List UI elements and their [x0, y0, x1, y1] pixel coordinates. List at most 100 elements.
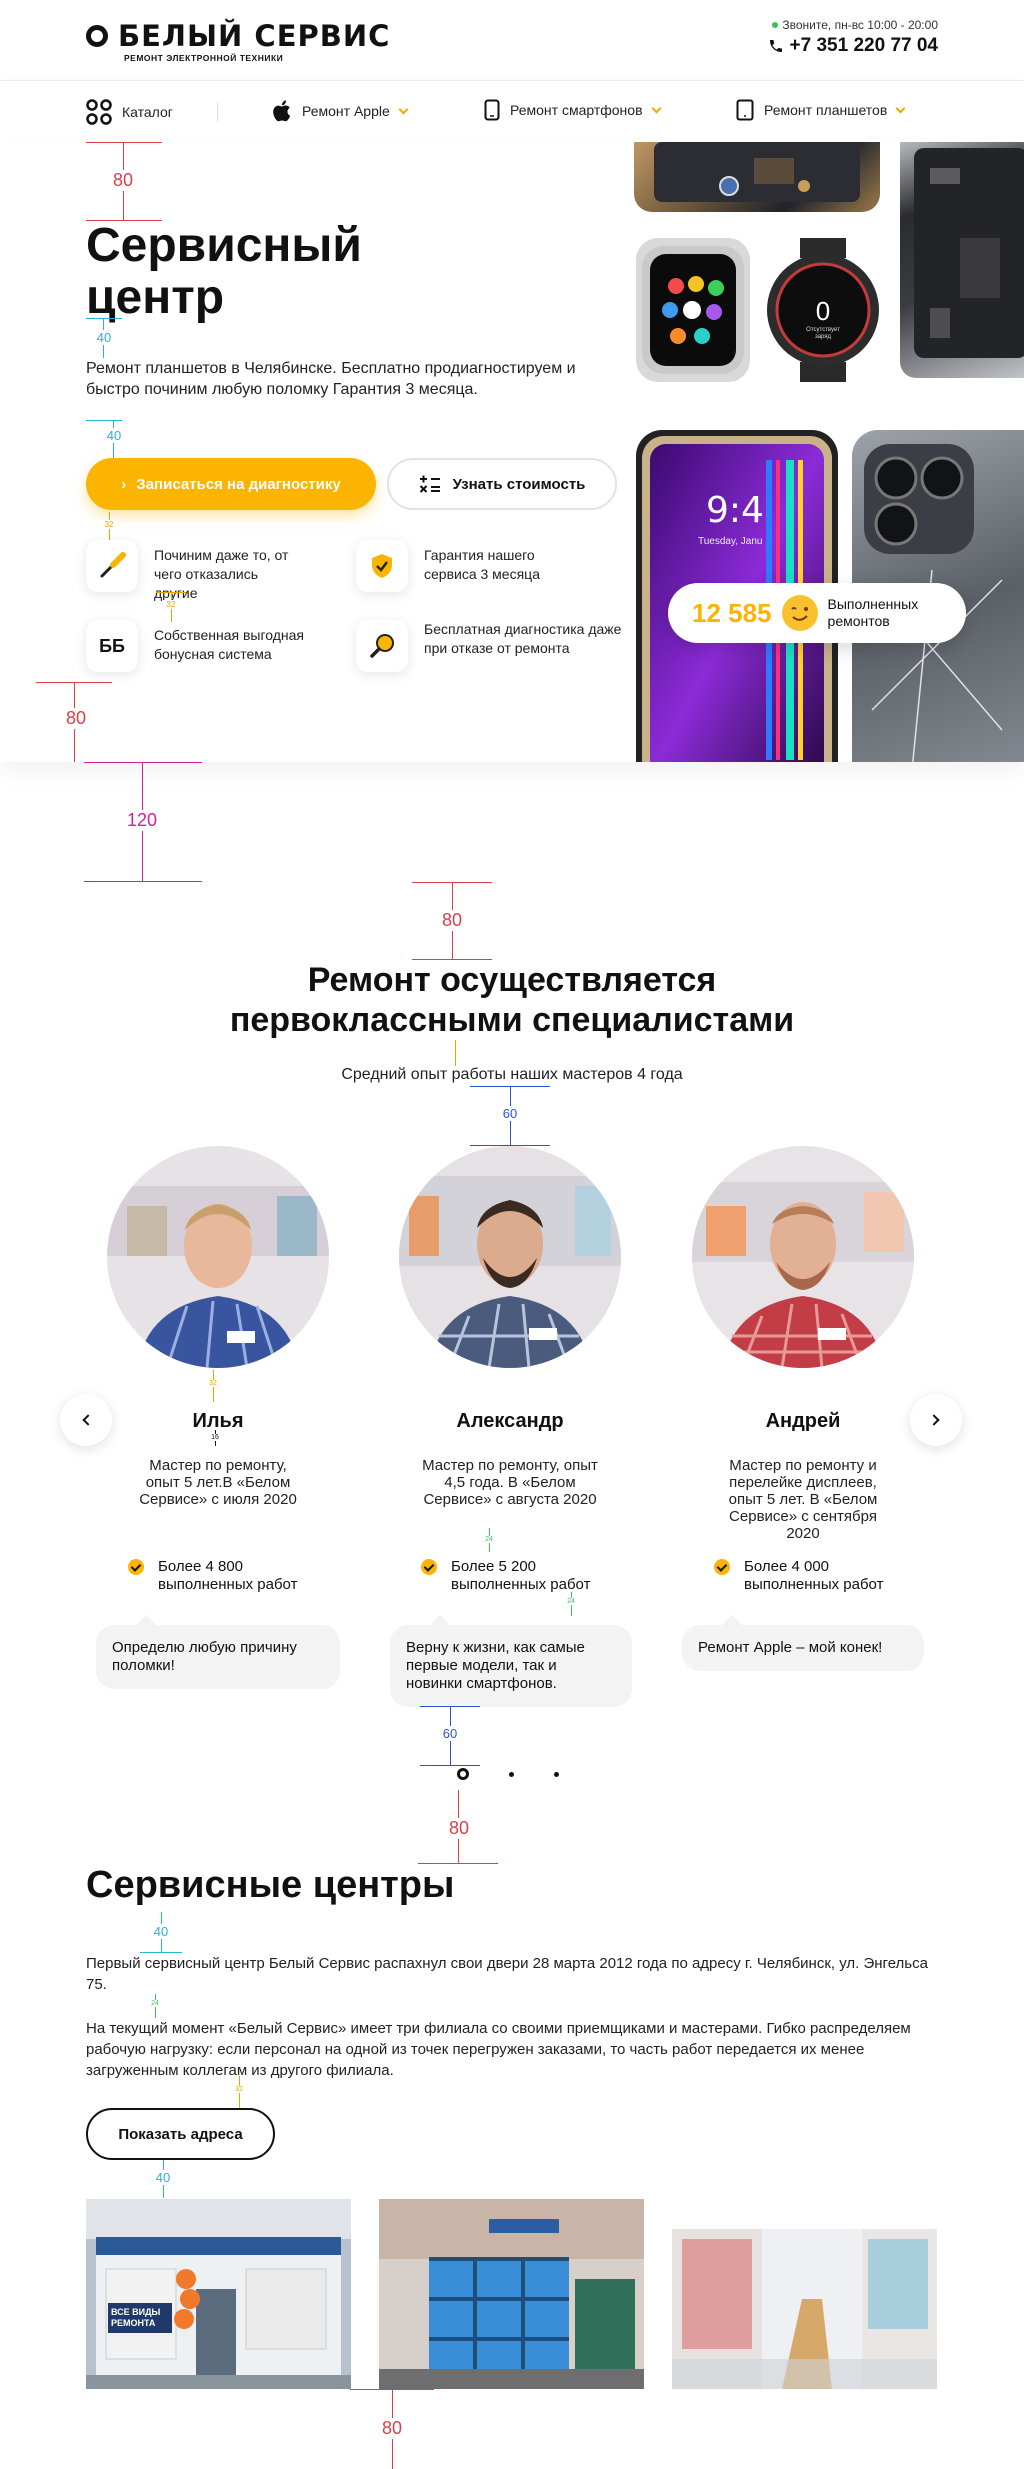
smartphone-icon [484, 99, 500, 121]
carousel-next-button[interactable] [910, 1394, 962, 1446]
apple-icon [273, 100, 291, 122]
spacing-guide-line [84, 762, 202, 763]
spacing-label: 40 [102, 428, 126, 443]
master-stat-text: Более 4 800 выполненных работ [158, 1558, 298, 1593]
hero-section: 80 Сервисный центр 40 Ремонт планшетов в… [0, 142, 1024, 762]
spacing-guide-line [86, 420, 122, 421]
hours-text: Звоните, пн-вс 10:00 - 20:00 [782, 18, 938, 32]
hero-title-line: Сервисный [86, 219, 362, 272]
interior-photo [672, 2199, 937, 2389]
spacing-label: 32 [162, 600, 180, 609]
spacing-label: 32 [231, 2086, 247, 2093]
feature-text: Собственная выгодная бонусная система [154, 627, 305, 662]
nav-label: Ремонт Apple [302, 103, 390, 119]
spacing-label: 40 [92, 330, 116, 345]
phone-internals-image [634, 142, 880, 212]
title-line: Ремонт осуществляется [307, 961, 717, 999]
master-stat-text: Более 5 200 выполненных работ [451, 1558, 591, 1593]
spacing-label: 24 [563, 1598, 579, 1605]
carousel-prev-button[interactable] [60, 1394, 112, 1446]
feature-text: Починим даже то, от чего отказались друг… [154, 547, 289, 601]
button-label: Записаться на диагностику [136, 475, 341, 493]
shield-check-icon [356, 540, 408, 592]
logo-text: БЕЛЫЙ СЕРВИС [118, 19, 391, 53]
nav-label: Ремонт смартфонов [510, 102, 643, 118]
pagination-dot[interactable] [509, 1771, 514, 1777]
master-card: Андрей Мастер по ремонту и перелейке дис… [688, 1146, 918, 1542]
logo-title: БЕЛЫЙ СЕРВИС [86, 20, 390, 52]
spacing-label: 24 [147, 2000, 163, 2007]
master-stat: Более 4 000 выполненных работ [714, 1558, 904, 1594]
spacing-label: 80 [103, 170, 143, 191]
feature-text: Гарантия нашего сервиса 3 месяца [424, 547, 540, 582]
spacing-label: 80 [372, 2418, 412, 2439]
master-description: Мастер по ремонту, опыт 5 лет.В «Белом С… [139, 1457, 297, 1508]
chevron-left-icon [82, 1414, 94, 1426]
master-photo [107, 1146, 329, 1368]
chevron-right-icon [928, 1414, 940, 1426]
pagination-dot-active[interactable] [457, 1768, 469, 1780]
nav-item-apple[interactable]: Ремонт Apple [270, 99, 409, 123]
master-description: Мастер по ремонту, опыт 4,5 года. В «Бел… [422, 1457, 598, 1508]
phone-back-internals-image [900, 142, 1024, 378]
building-photo [379, 2199, 644, 2389]
master-card: Илья Мастер по ремонту, опыт 5 лет.В «Бе… [103, 1146, 333, 1508]
master-stat: Более 4 800 выполненных работ [128, 1558, 308, 1594]
spacing-label: 120 [120, 810, 164, 831]
tablet-icon [736, 99, 754, 121]
phone-icon [769, 40, 782, 52]
feature-item: Бесплатная диагностика даже при отказе о… [356, 620, 624, 672]
spacing-guide-line [420, 1765, 480, 1766]
spacing-label: 80 [439, 1818, 479, 1839]
master-photo [692, 1146, 914, 1368]
master-quote: Верну к жизни, как самые первые модели, … [390, 1615, 632, 1707]
logo[interactable]: БЕЛЫЙ СЕРВИС РЕМОНТ ЭЛЕКТРОННОЙ ТЕХНИКИ [86, 20, 390, 63]
round-watch-image: 0 Отсутствует заряд [762, 238, 884, 382]
feature-text: Бесплатная диагностика даже при отказе о… [424, 621, 622, 656]
spacing-label: 32 [205, 1380, 221, 1387]
spacing-guide-line [86, 142, 162, 143]
nav-item-smartphones[interactable]: Ремонт смартфонов [484, 99, 661, 121]
chevron-down-icon [895, 103, 906, 113]
calculator-icon [419, 475, 440, 493]
spacing-label: 80 [56, 708, 96, 729]
logo-ring-icon [86, 25, 108, 47]
master-name: Андрей [765, 1410, 841, 1432]
service-centers-title: Сервисные центры [86, 1864, 455, 1906]
contact-block: Звоните, пн-вс 10:00 - 20:00 +7 351 220 … [768, 18, 938, 57]
nav-item-tablets[interactable]: Ремонт планшетов [736, 99, 906, 121]
show-addresses-button[interactable]: Показать адреса [86, 2108, 275, 2160]
online-status-icon [772, 22, 779, 28]
hero-title: Сервисный центр [86, 220, 362, 324]
magnifier-icon [356, 620, 408, 672]
spacing-label: 60 [437, 1726, 463, 1741]
hero-description: Ремонт планшетов в Челябинске. Бесплатно… [86, 360, 576, 398]
spacing-label: 40 [151, 2170, 175, 2185]
logo-subtitle: РЕМОНТ ЭЛЕКТРОННОЙ ТЕХНИКИ [124, 53, 284, 63]
nav-item-catalog[interactable]: Каталог [86, 99, 173, 125]
master-stat-text: Более 4 000 выполненных работ [744, 1558, 884, 1593]
master-name: Александр [456, 1410, 564, 1432]
pagination-dot[interactable] [554, 1771, 559, 1777]
repairs-count: 12 585 [692, 597, 772, 628]
chevron-right-icon: › [121, 475, 127, 493]
service-centers-paragraph: Первый сервисный центр Белый Сервис расп… [86, 1955, 928, 1993]
hero-title-line: центр [86, 271, 225, 324]
smartwatch-image [636, 238, 750, 382]
spacing-guide-line [455, 1040, 456, 1066]
book-diagnostics-button[interactable]: › Записаться на диагностику [86, 458, 376, 510]
master-description: Мастер по ремонту и перелейке дисплеев, … [728, 1457, 878, 1542]
phone-number: +7 351 220 77 04 [789, 35, 938, 56]
button-label: Узнать стоимость [452, 475, 586, 493]
phone-link[interactable]: +7 351 220 77 04 [768, 35, 938, 57]
master-quote: Определю любую причину поломки! [96, 1615, 340, 1689]
master-name: Илья [192, 1410, 244, 1432]
wink-emoji-icon [781, 595, 818, 631]
spacing-guide-line [86, 318, 122, 319]
feature-item: ББ Собственная выгодная бонусная система [86, 620, 304, 672]
get-price-button[interactable]: Узнать стоимость [387, 458, 617, 510]
site-header: БЕЛЫЙ СЕРВИС РЕМОНТ ЭЛЕКТРОННОЙ ТЕХНИКИ … [0, 0, 1024, 80]
carousel-pagination [457, 1768, 599, 1780]
master-photo [399, 1146, 621, 1368]
grid-icon [86, 99, 112, 125]
